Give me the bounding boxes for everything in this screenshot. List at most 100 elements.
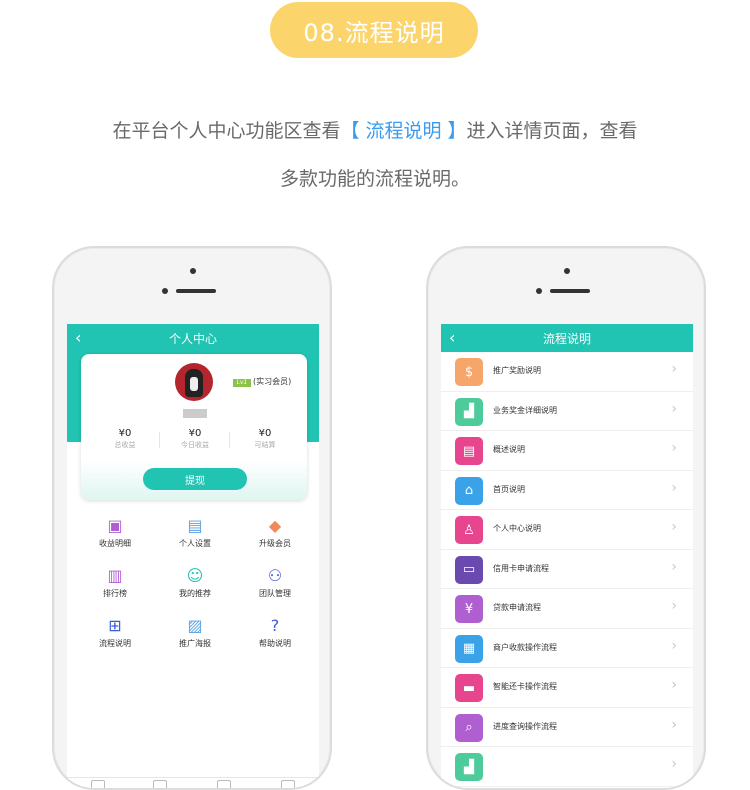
grid-item[interactable]: ⚇ 团队管理 [233, 564, 317, 599]
list-item[interactable]: ▟ › [441, 747, 693, 787]
grid-item[interactable]: ▥ 排行榜 [73, 564, 157, 599]
section-pill: 08.流程说明 [270, 2, 478, 58]
divider [229, 432, 230, 448]
screen-personal-center: ‹ 个人中心 Lv1 (实习会员) ¥0 总收益 ¥0 今日收益 ¥0 可结算 提现 … [67, 324, 319, 788]
list-item-label: 商户收款操作流程 [493, 642, 557, 652]
list-item-label: 信用卡申请流程 [493, 563, 549, 573]
title-bar: ‹ 流程说明 [441, 324, 693, 352]
list-item[interactable]: ▭ 信用卡申请流程 › [441, 550, 693, 589]
list-item[interactable]: ▦ 商户收款操作流程 › [441, 629, 693, 668]
chevron-right-icon: › [671, 756, 677, 772]
profile-settings-icon: ▤ [187, 515, 203, 535]
member-rank: (实习会员) [253, 377, 292, 386]
list-item-label: 业务奖金详细说明 [493, 405, 557, 415]
grid-item[interactable]: ⊞ 流程说明 [73, 614, 157, 649]
list-item[interactable]: ¥ 贷款申请流程 › [441, 589, 693, 629]
bonus-chart-icon: ▟ [455, 397, 483, 426]
username-blurred [183, 409, 207, 418]
profile-card: Lv1 (实习会员) ¥0 总收益 ¥0 今日收益 ¥0 可结算 提现 [81, 354, 307, 500]
page-title: 流程说明 [542, 331, 591, 346]
overview-doc-icon: ▤ [455, 437, 483, 465]
desc-highlight: 【 流程说明 】 [340, 120, 467, 142]
grid-item[interactable]: ▤ 个人设置 [153, 514, 237, 549]
list-item[interactable]: ⌂ 首页说明 › [441, 471, 693, 510]
list-item-label: 概述说明 [493, 445, 525, 454]
list-item[interactable]: ▟ 业务奖金详细说明 › [441, 392, 693, 431]
support-tab-icon[interactable] [217, 780, 231, 788]
ranking-icon: ▥ [107, 565, 123, 585]
grid-item-label: 帮助说明 [259, 639, 291, 648]
list-item[interactable]: ▤ 概述说明 › [441, 431, 693, 471]
phone-camera [564, 268, 570, 274]
help-icon: ? [270, 615, 280, 635]
list-item-label: 进度查询操作流程 [493, 721, 557, 731]
phone-camera [190, 268, 196, 274]
description-line-2: 多款功能的流程说明。 [279, 168, 470, 190]
chevron-right-icon: › [671, 361, 677, 377]
grid-item-label: 个人设置 [179, 539, 211, 548]
diamond-icon: ◆ [268, 515, 282, 535]
grid-item-label: 推广海报 [179, 639, 211, 648]
chevron-right-icon: › [671, 400, 677, 417]
grid-item[interactable]: ◆ 升级会员 [233, 514, 317, 549]
grid-item[interactable]: ? 帮助说明 [233, 614, 317, 649]
grid-item-label: 流程说明 [99, 639, 131, 648]
stat-value: ¥0 [118, 428, 132, 439]
search-doc-icon: ⌕ [455, 713, 483, 742]
phone-speaker [550, 289, 590, 293]
chevron-left-icon[interactable]: ‹ [449, 328, 455, 347]
phone-mockup-personal-center: ‹ 个人中心 Lv1 (实习会员) ¥0 总收益 ¥0 今日收益 ¥0 可结算 提现 … [52, 246, 332, 790]
grid-item-label: 团队管理 [259, 589, 291, 598]
chevron-right-icon: › [671, 479, 677, 496]
merchant-icon: ▦ [455, 634, 483, 663]
list-item-label: 首页说明 [493, 484, 525, 494]
stat-label: 总收益 [114, 441, 136, 449]
desc-text-post: 进入详情页面，查看 [466, 120, 638, 142]
phone-mockup-flow-description: ‹ 流程说明 $ 推广奖励说明 › ▟ 业务奖金详细说明 › ▤ 概述说明 › ⌂ 首页说明 › ♙ 个人… [426, 246, 706, 790]
chevron-right-icon: › [671, 558, 677, 575]
chevron-right-icon: › [671, 637, 677, 654]
chart-icon: ▟ [455, 753, 483, 781]
income-detail-icon: ▣ [107, 515, 123, 535]
withdraw-button[interactable]: 提现 [143, 468, 247, 490]
stat-settleable: ¥0 可结算 [235, 428, 295, 450]
flow-icon: ⊞ [108, 615, 122, 635]
level-badge: Lv1 [233, 379, 251, 387]
stat-total: ¥0 总收益 [95, 428, 155, 450]
profile-tab-icon[interactable] [281, 780, 295, 788]
grid-item[interactable]: ▣ 收益明细 [73, 514, 157, 549]
stat-label: 今日收益 [181, 441, 209, 449]
loan-icon: ¥ [455, 595, 483, 623]
list-item-label: 智能还卡操作流程 [493, 682, 557, 691]
reward-icon: $ [455, 358, 483, 386]
list-item-label: 贷款申请流程 [493, 603, 541, 612]
chevron-right-icon: › [671, 677, 677, 693]
list-item[interactable]: ▬ 智能还卡操作流程 › [441, 668, 693, 708]
divider [159, 432, 160, 448]
phone-speaker [176, 289, 216, 293]
list-item[interactable]: $ 推广奖励说明 › [441, 352, 693, 392]
chevron-left-icon[interactable]: ‹ [75, 328, 81, 347]
wallet-icon: ▭ [455, 555, 483, 584]
stat-today: ¥0 今日收益 [165, 428, 225, 450]
home-tab-icon[interactable] [91, 780, 105, 788]
description-line-1: 在平台个人中心功能区查看【 流程说明 】进入详情页面，查看 [0, 116, 750, 143]
screen-flow-description: ‹ 流程说明 $ 推广奖励说明 › ▟ 业务奖金详细说明 › ▤ 概述说明 › ⌂ 首页说明 › ♙ 个人… [441, 324, 693, 788]
home-icon: ⌂ [455, 476, 483, 505]
chevron-right-icon: › [671, 440, 677, 456]
list-item[interactable]: ⌕ 进度查询操作流程 › [441, 708, 693, 747]
desc-text-pre: 在平台个人中心功能区查看 [112, 120, 341, 142]
grid-item[interactable]: ▨ 推广海报 [153, 614, 237, 649]
grid-item-label: 升级会员 [259, 539, 291, 548]
stat-value: ¥0 [188, 428, 202, 439]
grid-item-label: 我的推荐 [179, 589, 211, 598]
phone-sensor [162, 288, 168, 294]
list-item[interactable]: ♙ 个人中心说明 › [441, 510, 693, 550]
grid-item[interactable]: ☺ 我的推荐 [153, 564, 237, 599]
grid-item-label: 排行榜 [103, 589, 127, 598]
edit-tab-icon[interactable] [153, 780, 167, 788]
stat-label: 可结算 [254, 441, 276, 449]
list-item-label: 个人中心说明 [493, 524, 541, 533]
avatar[interactable] [175, 363, 213, 401]
chevron-right-icon: › [671, 598, 677, 614]
